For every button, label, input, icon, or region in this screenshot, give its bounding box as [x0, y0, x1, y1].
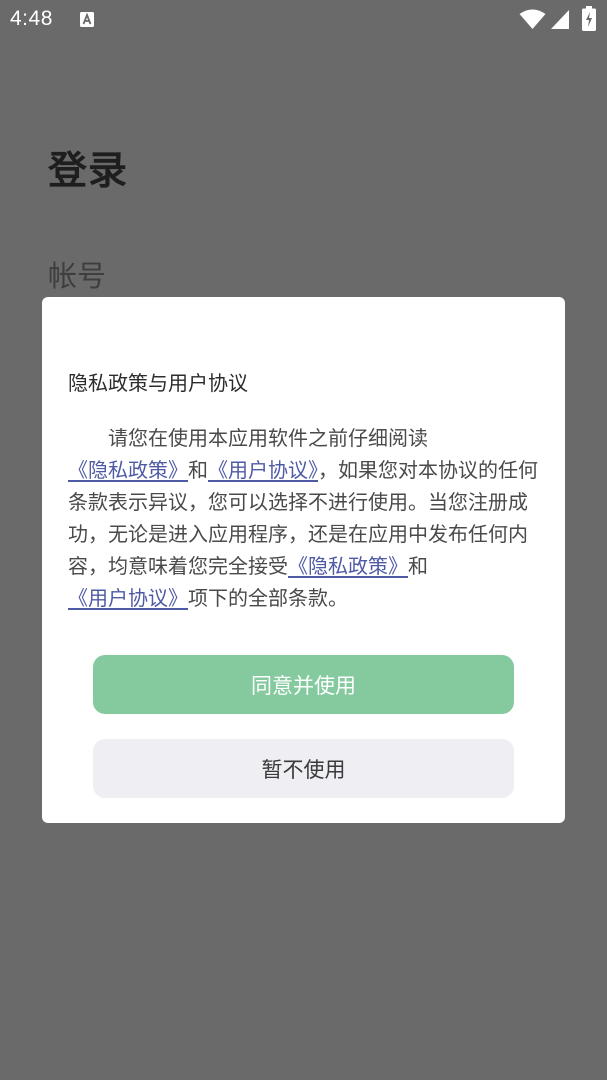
body-text: 和	[188, 458, 208, 482]
decline-button[interactable]: 暂不使用	[93, 739, 514, 798]
privacy-dialog: 隐私政策与用户协议 请您在使用本应用软件之前仔细阅读《隐私政策》和《用户协议》，…	[42, 297, 565, 823]
user-agreement-link[interactable]: 《用户协议》	[208, 458, 318, 482]
dialog-body: 请您在使用本应用软件之前仔细阅读《隐私政策》和《用户协议》，如果您对本协议的任何…	[68, 422, 538, 614]
status-time: 4:48	[10, 7, 53, 30]
body-text: 请您在使用本应用软件之前仔细阅读	[108, 426, 428, 450]
battery-charging-icon	[582, 6, 596, 31]
body-text: 和	[408, 554, 428, 578]
agree-button[interactable]: 同意并使用	[93, 655, 514, 714]
screen: 4:48 登录 帐号 隐私政策与用户协议 请您在使用本应用软件之前仔细阅读《隐私…	[0, 0, 607, 1080]
user-agreement-link[interactable]: 《用户协议》	[68, 586, 188, 610]
account-label: 帐号	[48, 259, 107, 293]
privacy-policy-link[interactable]: 《隐私政策》	[68, 458, 188, 482]
app-notification-icon	[80, 12, 94, 27]
privacy-policy-link[interactable]: 《隐私政策》	[288, 554, 408, 578]
body-text: 项下的全部条款。	[188, 586, 348, 610]
cellular-signal-icon	[551, 10, 569, 29]
wifi-icon	[519, 9, 546, 29]
status-bar: 4:48	[0, 0, 607, 40]
page-title: 登录	[48, 149, 129, 194]
dialog-title: 隐私政策与用户协议	[68, 371, 248, 395]
